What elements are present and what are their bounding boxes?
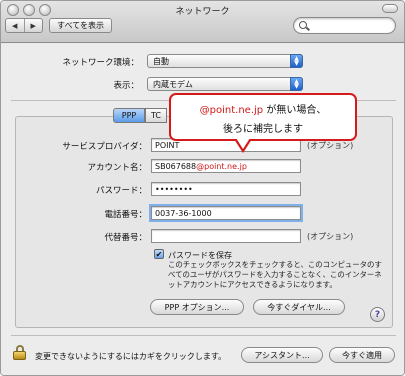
tab-tcpip[interactable]: TC <box>145 108 167 123</box>
back-button[interactable]: ◀ <box>6 19 25 32</box>
show-all-button[interactable]: すべてを表示 <box>49 18 112 33</box>
account-field[interactable]: SB067688 @point.ne.jp <box>151 159 301 173</box>
search-input[interactable] <box>293 17 396 34</box>
account-domain-suffix: @point.ne.jp <box>196 161 247 171</box>
phone-label: 電話番号： <box>104 210 147 220</box>
window-title: ネットワーク <box>175 7 230 17</box>
alt-phone-optional-note: (オプション) <box>307 232 354 241</box>
dial-now-button[interactable]: 今すぐダイヤル... <box>253 299 345 315</box>
lock-body <box>13 351 26 360</box>
tab-ppp[interactable]: PPP <box>113 108 145 123</box>
footer-divider <box>11 335 396 336</box>
save-password-description: このチェックボックスをチェックすると、このコンピュータのすべてのユーザがパスワー… <box>168 260 382 289</box>
save-password-checkbox[interactable]: ✔ <box>154 249 164 259</box>
annotation-callout: @point.ne.jp が無い場合、 後ろに補完します <box>169 93 357 141</box>
callout-pointer-fill <box>236 138 250 149</box>
assistant-button[interactable]: アシスタント... <box>241 347 323 363</box>
callout-domain: @point.ne.jp <box>199 105 264 116</box>
help-button[interactable]: ? <box>370 307 385 322</box>
tab-bar: PPP TC <box>113 108 167 123</box>
network-preferences-window: ネットワーク ◀ ▶ すべてを表示 ネットワーク環境： 自動 ▲ ▼ 表示： 内蔵… <box>0 0 405 376</box>
provider-label: サービスプロバイダ： <box>62 142 147 152</box>
apply-now-button[interactable]: 今すぐ適用 <box>329 347 395 363</box>
provider-optional-note: (オプション) <box>307 141 354 150</box>
show-select[interactable]: 内蔵モデム ▲ ▼ <box>147 77 303 91</box>
account-label: アカウント名： <box>87 163 147 173</box>
lock-hint-text: 変更できないようにするにはカギをクリックします。 <box>35 352 227 361</box>
password-label: パスワード： <box>95 186 147 196</box>
callout-line-1: @point.ne.jp が無い場合、 <box>171 101 355 116</box>
toolbar-toggle-button[interactable] <box>382 4 398 13</box>
location-value: 自動 <box>153 56 169 66</box>
location-select[interactable]: 自動 ▲ ▼ <box>147 54 303 68</box>
account-value: SB067688 <box>155 161 197 171</box>
checkmark-icon: ✔ <box>155 249 163 259</box>
show-value: 内蔵モデム <box>153 79 193 89</box>
show-label: 表示： <box>113 81 139 91</box>
lock-icon[interactable] <box>13 345 27 360</box>
chevron-updown-icon: ▲ ▼ <box>290 77 303 91</box>
search-icon <box>299 21 307 29</box>
callout-line-2: 後ろに補完します <box>223 124 303 135</box>
alt-phone-field[interactable] <box>151 229 301 243</box>
forward-button[interactable]: ▶ <box>25 19 43 32</box>
phone-field[interactable]: 0037-36-1000 <box>149 204 303 222</box>
chevron-updown-icon: ▲ ▼ <box>290 54 303 68</box>
back-forward-control: ◀ ▶ <box>5 18 43 33</box>
callout-line-1-rest: が無い場合、 <box>263 105 327 116</box>
alt-phone-label: 代替番号： <box>104 233 147 243</box>
ppp-options-button[interactable]: PPP オプション... <box>150 299 244 315</box>
password-field[interactable]: •••••••• <box>151 182 301 196</box>
title-bar: ネットワーク ◀ ▶ すべてを表示 <box>1 1 404 43</box>
location-label: ネットワーク環境： <box>62 58 139 68</box>
